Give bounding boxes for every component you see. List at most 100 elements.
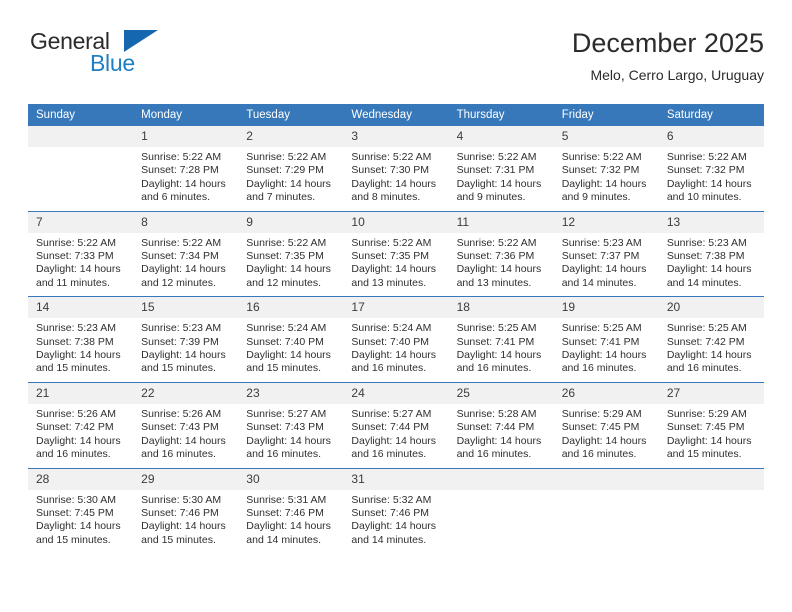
day-details: Sunrise: 5:22 AM Sunset: 7:29 PM Daylight:… <box>238 147 343 211</box>
calendar-day-cell[interactable]: 23 Sunrise: 5:27 AM Sunset: 7:43 PM Dayligh… <box>238 381 344 468</box>
day-details: Sunrise: 5:25 AM Sunset: 7:42 PM Daylight:… <box>659 318 764 382</box>
sunrise-text: Sunrise: 5:22 AM <box>456 236 537 249</box>
day-details: Sunrise: 5:25 AM Sunset: 7:41 PM Daylight:… <box>554 318 659 382</box>
calendar-day-cell[interactable]: 5 Sunrise: 5:22 AM Sunset: 7:32 PM Daylight… <box>553 126 659 211</box>
sunset-text: Sunset: 7:36 PM <box>456 250 535 263</box>
day-cell-inner: 25 Sunrise: 5:28 AM Sunset: 7:44 PM Dayligh… <box>448 382 554 468</box>
calendar-day-cell[interactable]: 28 Sunrise: 5:30 AM Sunset: 7:45 PM Dayligh… <box>28 467 134 554</box>
calendar-day-cell[interactable]: 25 Sunrise: 5:28 AM Sunset: 7:44 PM Dayligh… <box>448 381 554 468</box>
day-cell-inner: 17 Sunrise: 5:24 AM Sunset: 7:40 PM Dayligh… <box>343 297 449 382</box>
daylight-text: Daylight: 14 hours and 15 minutes. <box>36 349 121 375</box>
calendar-day-cell[interactable]: 30 Sunrise: 5:31 AM Sunset: 7:46 PM Dayligh… <box>238 467 344 554</box>
sunset-text: Sunset: 7:41 PM <box>456 335 535 348</box>
calendar-day-cell[interactable]: 2 Sunrise: 5:22 AM Sunset: 7:29 PM Daylight… <box>238 126 344 211</box>
brand-logo[interactable]: General Blue <box>28 26 198 82</box>
calendar-day-cell[interactable]: 19 Sunrise: 5:25 AM Sunset: 7:41 PM Dayligh… <box>553 296 659 383</box>
sunset-text: Sunset: 7:42 PM <box>666 335 745 348</box>
calendar-day-cell[interactable]: 20 Sunrise: 5:25 AM Sunset: 7:42 PM Dayligh… <box>658 296 764 383</box>
calendar-day-cell[interactable]: 27 Sunrise: 5:29 AM Sunset: 7:45 PM Dayligh… <box>658 381 764 468</box>
daylight-text: Daylight: 14 hours and 9 minutes. <box>561 177 647 204</box>
calendar-day-cell[interactable]: 6 Sunrise: 5:22 AM Sunset: 7:32 PM Daylight… <box>658 126 764 211</box>
calendar-week-row: 1 Sunrise: 5:22 AM Sunset: 7:28 PM Daylight… <box>28 126 764 211</box>
sunrise-text: Sunrise: 5:30 AM <box>141 493 222 506</box>
day-number: 10 <box>343 211 449 233</box>
calendar-day-cell[interactable]: 4 Sunrise: 5:22 AM Sunset: 7:31 PM Daylight… <box>448 126 554 211</box>
day-cell-inner: 16 Sunrise: 5:24 AM Sunset: 7:40 PM Dayligh… <box>238 297 344 382</box>
day-details: Sunrise: 5:29 AM Sunset: 7:45 PM Daylight:… <box>659 404 764 468</box>
daylight-text: Daylight: 14 hours and 16 minutes. <box>351 434 437 461</box>
sunrise-text: Sunrise: 5:23 AM <box>666 236 747 249</box>
calendar-day-cell[interactable]: 3 Sunrise: 5:22 AM Sunset: 7:30 PM Daylight… <box>343 126 449 211</box>
calendar-week-row: 21 Sunrise: 5:26 AM Sunset: 7:42 PM Dayligh… <box>28 381 764 468</box>
calendar-day-cell[interactable]: 7 Sunrise: 5:22 AM Sunset: 7:33 PM Daylight… <box>28 210 134 297</box>
daylight-text: Daylight: 14 hours and 7 minutes. <box>246 177 331 204</box>
calendar-day-cell[interactable]: 17 Sunrise: 5:24 AM Sunset: 7:40 PM Dayligh… <box>343 296 449 383</box>
day-details: Sunrise: 5:27 AM Sunset: 7:44 PM Daylight:… <box>343 404 448 468</box>
sunrise-text: Sunrise: 5:27 AM <box>351 407 432 420</box>
day-cell-inner: 26 Sunrise: 5:29 AM Sunset: 7:45 PM Dayligh… <box>553 382 659 468</box>
sunset-text: Sunset: 7:33 PM <box>36 250 114 263</box>
calendar-day-cell[interactable]: 14 Sunrise: 5:23 AM Sunset: 7:38 PM Dayligh… <box>28 296 134 383</box>
calendar-day-cell[interactable]: 16 Sunrise: 5:24 AM Sunset: 7:40 PM Dayligh… <box>238 296 344 383</box>
day-number: 17 <box>343 297 449 319</box>
day-number: 29 <box>133 468 239 490</box>
sunrise-text: Sunrise: 5:22 AM <box>246 236 327 249</box>
day-number: 4 <box>448 126 554 147</box>
calendar-day-cell[interactable]: 12 Sunrise: 5:23 AM Sunset: 7:37 PM Dayligh… <box>553 210 659 297</box>
day-details: Sunrise: 5:26 AM Sunset: 7:42 PM Daylight:… <box>28 404 133 468</box>
day-details: Sunrise: 5:27 AM Sunset: 7:43 PM Daylight:… <box>238 404 343 468</box>
calendar-day-cell[interactable]: 26 Sunrise: 5:29 AM Sunset: 7:45 PM Dayligh… <box>553 381 659 468</box>
sunrise-text: Sunrise: 5:22 AM <box>36 236 116 249</box>
day-details: Sunrise: 5:25 AM Sunset: 7:41 PM Daylight:… <box>449 318 554 382</box>
sunset-text: Sunset: 7:45 PM <box>561 421 640 434</box>
calendar-day-cell-empty <box>553 467 659 554</box>
page-title: December 2025 <box>571 28 764 58</box>
daylight-text: Daylight: 14 hours and 16 minutes. <box>141 434 226 461</box>
sunset-text: Sunset: 7:46 PM <box>351 506 430 519</box>
calendar-day-cell[interactable]: 15 Sunrise: 5:23 AM Sunset: 7:39 PM Dayligh… <box>133 296 239 383</box>
calendar-day-cell[interactable]: 1 Sunrise: 5:22 AM Sunset: 7:28 PM Daylight… <box>133 126 239 211</box>
daylight-text: Daylight: 14 hours and 16 minutes. <box>246 434 331 461</box>
day-number: 28 <box>28 468 134 490</box>
day-cell-inner <box>553 468 659 552</box>
sunrise-text: Sunrise: 5:23 AM <box>561 236 642 249</box>
calendar-day-cell[interactable]: 10 Sunrise: 5:22 AM Sunset: 7:35 PM Dayligh… <box>343 210 449 297</box>
day-number: 2 <box>238 126 344 147</box>
day-number <box>658 468 764 490</box>
day-details: Sunrise: 5:22 AM Sunset: 7:32 PM Daylight:… <box>659 147 764 211</box>
daylight-text: Daylight: 14 hours and 6 minutes. <box>141 177 226 204</box>
location-subtitle: Melo, Cerro Largo, Uruguay <box>590 67 764 83</box>
calendar-day-cell[interactable]: 29 Sunrise: 5:30 AM Sunset: 7:46 PM Dayligh… <box>133 467 239 554</box>
sunrise-text: Sunrise: 5:23 AM <box>141 322 222 335</box>
day-number: 14 <box>28 297 134 319</box>
calendar-day-cell[interactable]: 22 Sunrise: 5:26 AM Sunset: 7:43 PM Dayligh… <box>133 381 239 468</box>
day-number: 20 <box>658 297 764 319</box>
calendar-day-cell[interactable]: 9 Sunrise: 5:22 AM Sunset: 7:35 PM Daylight… <box>238 210 344 297</box>
calendar-day-cell[interactable]: 11 Sunrise: 5:22 AM Sunset: 7:36 PM Dayligh… <box>448 210 554 297</box>
sunrise-text: Sunrise: 5:25 AM <box>561 322 642 335</box>
day-cell-inner: 15 Sunrise: 5:23 AM Sunset: 7:39 PM Dayligh… <box>133 297 239 382</box>
weekday-header-saturday: Saturday <box>658 104 764 126</box>
daylight-text: Daylight: 14 hours and 16 minutes. <box>561 434 647 461</box>
day-details: Sunrise: 5:30 AM Sunset: 7:45 PM Daylight:… <box>28 490 133 554</box>
calendar-day-cell[interactable]: 21 Sunrise: 5:26 AM Sunset: 7:42 PM Dayligh… <box>28 381 134 468</box>
daylight-text: Daylight: 14 hours and 9 minutes. <box>456 177 542 204</box>
calendar-day-cell[interactable]: 8 Sunrise: 5:22 AM Sunset: 7:34 PM Daylight… <box>133 210 239 297</box>
calendar-day-cell[interactable]: 13 Sunrise: 5:23 AM Sunset: 7:38 PM Dayligh… <box>658 210 764 297</box>
calendar-day-cell-empty <box>448 467 554 554</box>
sunset-text: Sunset: 7:29 PM <box>246 164 324 177</box>
sunset-text: Sunset: 7:46 PM <box>246 506 324 519</box>
day-cell-inner: 29 Sunrise: 5:30 AM Sunset: 7:46 PM Dayligh… <box>133 468 239 554</box>
day-cell-inner <box>28 126 134 209</box>
sunset-text: Sunset: 7:46 PM <box>141 506 219 519</box>
sunset-text: Sunset: 7:30 PM <box>351 164 430 177</box>
weekday-header-sunday: Sunday <box>28 104 134 126</box>
calendar-day-cell[interactable]: 18 Sunrise: 5:25 AM Sunset: 7:41 PM Dayligh… <box>448 296 554 383</box>
daylight-text: Daylight: 14 hours and 10 minutes. <box>666 177 752 204</box>
day-cell-inner: 12 Sunrise: 5:23 AM Sunset: 7:37 PM Dayligh… <box>553 211 659 297</box>
calendar-day-cell[interactable]: 24 Sunrise: 5:27 AM Sunset: 7:44 PM Dayligh… <box>343 381 449 468</box>
calendar-day-cell[interactable]: 31 Sunrise: 5:32 AM Sunset: 7:46 PM Dayligh… <box>343 467 449 554</box>
sunrise-text: Sunrise: 5:22 AM <box>141 236 222 249</box>
sunset-text: Sunset: 7:32 PM <box>561 164 640 177</box>
day-number: 18 <box>448 297 554 319</box>
